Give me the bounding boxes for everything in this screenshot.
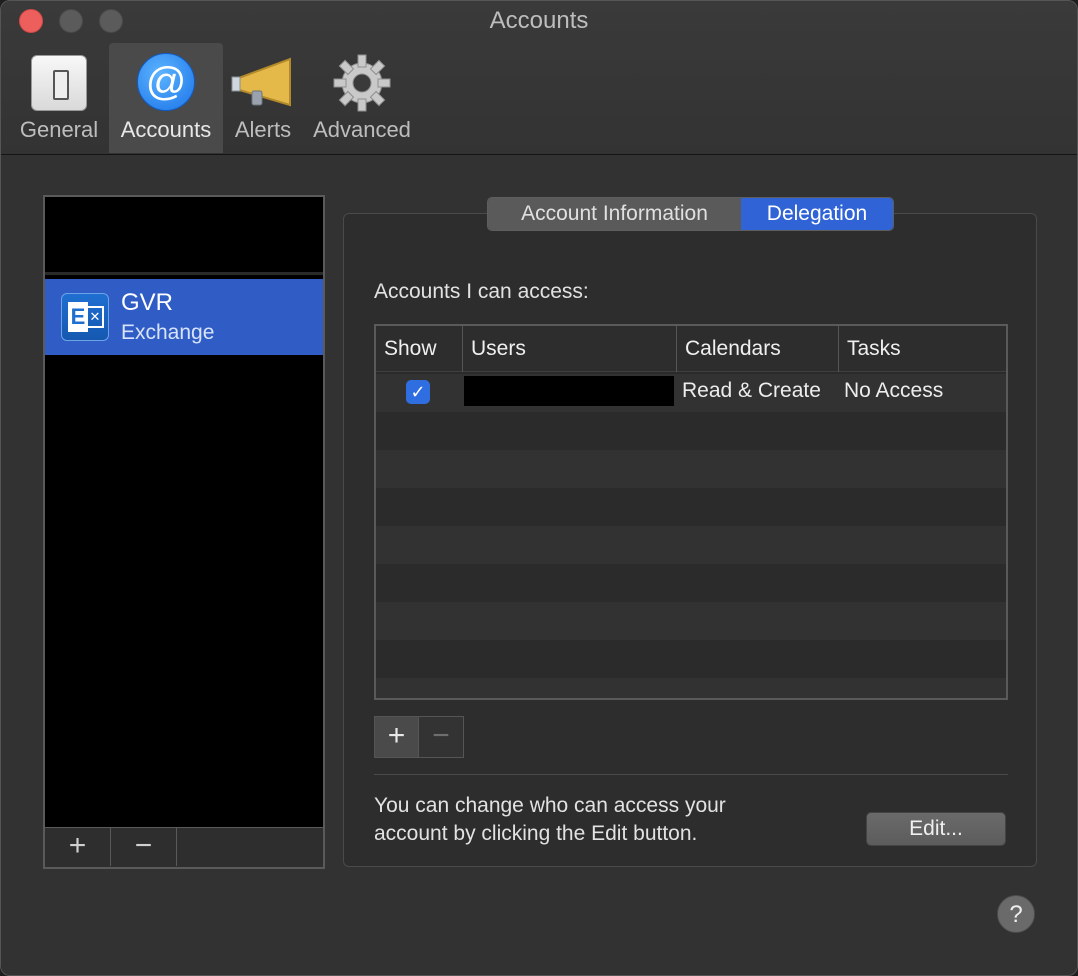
add-account-button[interactable]: + bbox=[45, 828, 111, 866]
empty-row bbox=[376, 450, 1006, 488]
titlebar: Accounts General @ Accounts Alerts Advan… bbox=[1, 1, 1077, 155]
account-row-gvr[interactable]: E ✕ GVR Exchange bbox=[45, 279, 323, 355]
edit-button[interactable]: Edit... bbox=[866, 812, 1006, 846]
cell-calendars: Read & Create bbox=[682, 379, 821, 402]
table-header: Show Users Calendars Tasks bbox=[376, 326, 1006, 372]
empty-row bbox=[376, 488, 1006, 526]
toolbar-alerts[interactable]: Alerts bbox=[223, 43, 303, 153]
delegation-table: Show Users Calendars Tasks ✓ Read & Crea… bbox=[374, 324, 1008, 700]
empty-row bbox=[376, 602, 1006, 640]
column-header-users[interactable]: Users bbox=[462, 326, 676, 372]
toolbar-label: Accounts bbox=[120, 117, 212, 142]
empty-row bbox=[376, 412, 1006, 450]
tab-bar: Account Information Delegation bbox=[487, 197, 894, 231]
account-type: Exchange bbox=[121, 321, 215, 344]
at-icon: @ bbox=[137, 53, 195, 111]
toolbar-label: General bbox=[19, 117, 99, 142]
toolbar-label: Alerts bbox=[234, 117, 292, 142]
empty-row bbox=[376, 678, 1006, 698]
window-title: Accounts bbox=[489, 7, 589, 34]
accounts-access-label: Accounts I can access: bbox=[374, 280, 589, 303]
gear-icon bbox=[332, 53, 392, 113]
add-delegate-button[interactable]: + bbox=[375, 717, 419, 757]
remove-delegate-button[interactable]: − bbox=[419, 717, 463, 757]
redacted-user bbox=[464, 376, 674, 406]
column-header-calendars[interactable]: Calendars bbox=[676, 326, 838, 372]
show-checkbox[interactable]: ✓ bbox=[406, 380, 430, 404]
remove-account-button[interactable]: − bbox=[111, 828, 177, 866]
column-header-show[interactable]: Show bbox=[376, 326, 462, 372]
exchange-icon: E ✕ bbox=[61, 293, 109, 341]
help-button[interactable]: ? bbox=[997, 895, 1035, 933]
content-area: E ✕ GVR Exchange + − Account Information… bbox=[1, 155, 1077, 975]
delegation-info-text: You can change who can access your accou… bbox=[374, 794, 726, 845]
toolbar-advanced[interactable]: Advanced bbox=[303, 43, 421, 153]
tab-delegation[interactable]: Delegation bbox=[741, 198, 893, 230]
toolbar-accounts[interactable]: @ Accounts bbox=[109, 43, 223, 153]
table-row[interactable]: ✓ Read & Create No Access bbox=[376, 374, 1006, 412]
account-name: GVR bbox=[121, 289, 174, 316]
tab-account-information[interactable]: Account Information bbox=[488, 198, 741, 230]
divider bbox=[374, 774, 1008, 775]
column-header-tasks[interactable]: Tasks bbox=[838, 326, 1006, 372]
empty-row bbox=[376, 526, 1006, 564]
empty-row bbox=[376, 640, 1006, 678]
cell-tasks: No Access bbox=[844, 379, 944, 402]
preferences-window: Accounts General @ Accounts Alerts Advan… bbox=[0, 0, 1078, 976]
account-list: E ✕ GVR Exchange bbox=[43, 195, 325, 829]
toolbar-general[interactable]: General bbox=[9, 43, 109, 153]
delegation-panel: Accounts I can access: Show Users Calend… bbox=[343, 213, 1037, 867]
empty-row bbox=[376, 564, 1006, 602]
toolbar-label: Advanced bbox=[313, 117, 411, 142]
delegation-buttons: + − bbox=[374, 716, 464, 758]
account-list-blank-row bbox=[45, 197, 323, 275]
account-list-buttons: + − bbox=[43, 827, 325, 869]
switch-icon bbox=[31, 55, 87, 111]
megaphone-icon bbox=[230, 53, 296, 113]
